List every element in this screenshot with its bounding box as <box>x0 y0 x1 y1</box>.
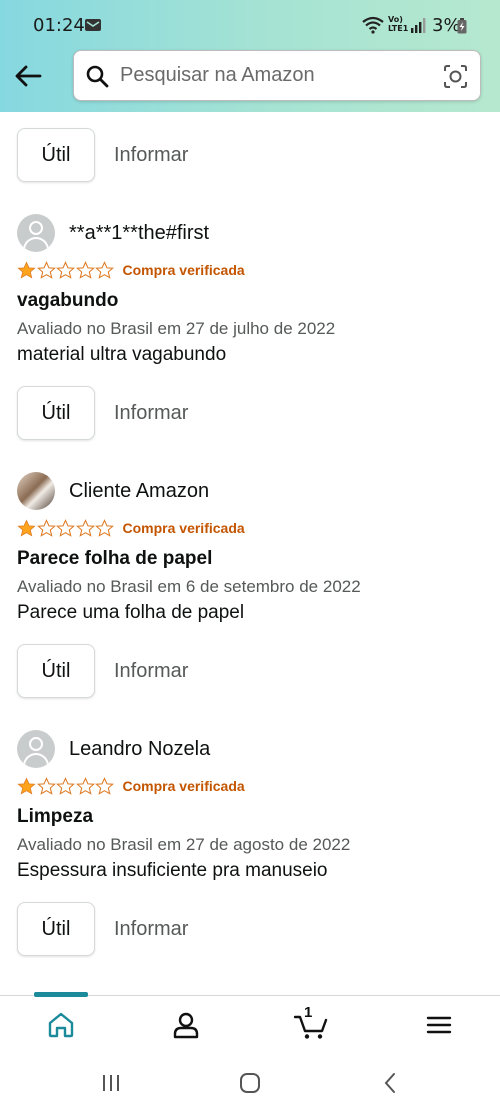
volte-indicator: Vo) LTE1 <box>388 15 408 33</box>
nav-menu[interactable] <box>424 1010 454 1040</box>
review-date: Avaliado no Brasil em 6 de setembro de 2… <box>17 577 361 596</box>
star-empty-icon <box>56 776 75 795</box>
star-filled-icon <box>17 261 36 279</box>
person-icon <box>173 1012 199 1039</box>
review-header: **a**1**the#first <box>17 213 209 253</box>
cart-count-badge: 1 <box>304 1004 313 1021</box>
nav-cart[interactable]: 1 <box>293 1004 330 1040</box>
star-empty-icon <box>75 260 95 279</box>
back-button[interactable] <box>10 58 46 94</box>
bottom-nav: 1 <box>0 992 500 1053</box>
star-empty-icon <box>95 776 114 795</box>
review-actions: Útil Informar <box>17 128 188 182</box>
active-tab-indicator <box>34 992 88 997</box>
back-nav-icon[interactable] <box>379 1071 403 1095</box>
star-empty-icon <box>36 260 56 279</box>
review-title: vagabundo <box>17 290 119 311</box>
volte-top: Vo) <box>388 15 403 24</box>
report-link[interactable]: Informar <box>114 660 188 683</box>
reviewer-name: **a**1**the#first <box>69 221 210 244</box>
review-actions: Útil Informar <box>17 902 188 956</box>
star-empty-icon <box>36 776 56 795</box>
star-rating: Compra verificada <box>17 517 245 539</box>
helpful-button[interactable]: Útil <box>17 902 95 956</box>
star-rating: Compra verificada <box>17 775 245 797</box>
volte-bottom: LTE1 <box>388 24 409 33</box>
signal-icon <box>411 18 426 33</box>
message-notification-icon <box>85 19 101 31</box>
status-bar: 01:24 Vo) LTE1 3% <box>0 0 500 52</box>
nav-account[interactable] <box>171 1010 201 1040</box>
camera-search-icon[interactable] <box>443 64 468 89</box>
nav-home[interactable] <box>46 1010 76 1040</box>
wifi-icon <box>362 16 384 34</box>
verified-purchase-badge: Compra verificada <box>122 262 245 278</box>
home-icon <box>48 1012 74 1038</box>
star-empty-icon <box>75 518 95 537</box>
review-title: Parece folha de papel <box>17 548 213 569</box>
star-rating: Compra verificada <box>17 259 245 281</box>
search-icon <box>86 65 109 88</box>
review-date: Avaliado no Brasil em 27 de agosto de 20… <box>17 835 351 854</box>
battery-charging-icon <box>457 18 467 34</box>
back-arrow-icon <box>15 65 42 87</box>
status-time: 01:24 <box>33 15 85 36</box>
home-button-icon[interactable] <box>238 1071 262 1095</box>
star-empty-icon <box>36 518 56 537</box>
star-empty-icon <box>75 776 95 795</box>
star-empty-icon <box>56 260 75 279</box>
star-empty-icon <box>56 518 75 537</box>
star-filled-icon <box>17 777 36 795</box>
review-header: Cliente Amazon <box>17 471 209 511</box>
review-body: Espessura insuficiente pra manuseio <box>17 860 328 881</box>
review-body: Parece uma folha de papel <box>17 602 245 623</box>
app-header: 01:24 Vo) LTE1 3% Pesquisar na Amazon <box>0 0 500 112</box>
review-actions: Útil Informar <box>17 386 188 440</box>
review-date: Avaliado no Brasil em 27 de julho de 202… <box>17 319 336 338</box>
review-header: Leandro Nozela <box>17 729 210 769</box>
helpful-button[interactable]: Útil <box>17 644 95 698</box>
star-empty-icon <box>95 518 114 537</box>
hamburger-menu-icon <box>426 1016 452 1034</box>
avatar <box>17 472 55 510</box>
verified-purchase-badge: Compra verificada <box>122 520 245 536</box>
report-link[interactable]: Informar <box>114 402 188 425</box>
reviews-list: Útil Informar **a**1**the#first Compra v… <box>0 112 500 996</box>
star-filled-icon <box>17 519 36 537</box>
review-body: material ultra vagabundo <box>17 344 227 365</box>
avatar <box>17 214 55 252</box>
avatar <box>17 730 55 768</box>
verified-purchase-badge: Compra verificada <box>122 778 245 794</box>
report-link[interactable]: Informar <box>114 918 188 941</box>
reviewer-name: Leandro Nozela <box>69 737 211 760</box>
search-input[interactable]: Pesquisar na Amazon <box>120 64 315 87</box>
review-actions: Útil Informar <box>17 644 188 698</box>
recent-apps-icon[interactable] <box>99 1071 123 1095</box>
report-link[interactable]: Informar <box>114 144 188 167</box>
reviewer-name: Cliente Amazon <box>69 479 210 502</box>
system-nav-bar <box>0 1053 500 1111</box>
helpful-button[interactable]: Útil <box>17 128 95 182</box>
star-empty-icon <box>95 260 114 279</box>
search-bar[interactable]: Pesquisar na Amazon <box>73 50 481 101</box>
review-title: Limpeza <box>17 806 94 827</box>
helpful-button[interactable]: Útil <box>17 386 95 440</box>
